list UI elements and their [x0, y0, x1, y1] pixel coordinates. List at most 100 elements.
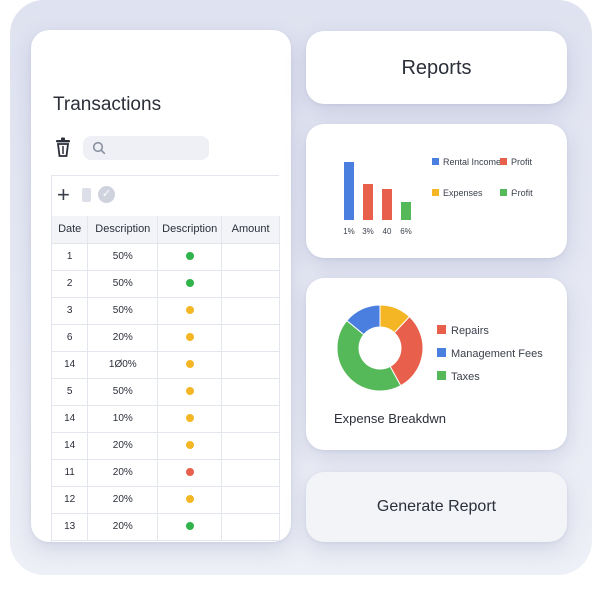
add-icon[interactable]: + — [57, 184, 70, 206]
table-row[interactable]: 14 1Ø0% — [52, 351, 280, 379]
cell-status — [157, 270, 223, 298]
x-tick-label: 40 — [383, 227, 392, 236]
bar-chart: 1% 3% 40 6% Rental Income Profit Expenses Բrofi… — [343, 157, 533, 236]
table-row[interactable]: 11 20% — [52, 459, 280, 487]
search-input[interactable] — [83, 136, 209, 160]
cell-description: 50% — [87, 297, 159, 325]
cell-description: 10% — [87, 405, 159, 433]
cell-date: 6 — [52, 324, 89, 352]
table-row[interactable]: 14 20% — [52, 432, 280, 460]
status-dot-green — [185, 522, 194, 531]
status-dot-green — [185, 279, 194, 288]
table-row[interactable]: 5 50% — [52, 378, 280, 406]
cell-date: 11 — [52, 459, 89, 487]
cell-date: 3 — [52, 297, 89, 325]
column-header-description-2[interactable]: Description — [157, 216, 223, 244]
legend-label: Management Fees — [451, 348, 543, 360]
cell-description: 20% — [87, 513, 159, 541]
status-dot-yellow — [185, 333, 194, 342]
legend-label: Taxes — [451, 371, 480, 383]
table-row[interactable]: 6 20% — [52, 324, 280, 352]
donut-chart: Repairs Management Fees Taxes — [336, 304, 543, 392]
cell-description: 20% — [87, 432, 159, 460]
table-toolbar: + ✓ — [52, 176, 280, 216]
legend-label: Profit — [511, 157, 533, 167]
cell-amount — [221, 378, 280, 406]
cell-date: 2 — [52, 270, 89, 298]
legend-swatch — [500, 189, 507, 196]
cell-status — [157, 432, 223, 460]
column-header-amount[interactable]: Amount — [221, 216, 280, 244]
table-row[interactable]: 3 50% — [52, 297, 280, 325]
status-dot-yellow — [185, 387, 194, 396]
x-tick-label: 6% — [400, 227, 412, 236]
cell-status — [157, 324, 223, 352]
status-dot-yellow — [185, 441, 194, 450]
status-dot-yellow — [185, 360, 194, 369]
cell-status — [157, 297, 223, 325]
cell-amount — [221, 324, 280, 352]
trash-icon[interactable] — [55, 137, 71, 157]
donut-chart-title: Expense Breakdwn — [334, 411, 447, 426]
cell-amount — [221, 297, 280, 325]
check-icon[interactable]: ✓ — [98, 186, 115, 203]
cell-description: 50% — [87, 378, 159, 406]
cell-date: 5 — [52, 378, 89, 406]
cell-amount — [221, 243, 280, 271]
cell-amount — [221, 405, 280, 433]
table-row[interactable]: 13 20% — [52, 513, 280, 541]
cell-status — [157, 513, 223, 541]
cell-status — [157, 378, 223, 406]
cell-amount — [221, 459, 280, 487]
table-row[interactable]: 14 10% — [52, 405, 280, 433]
status-dot-yellow — [185, 306, 194, 315]
cell-date: 12 — [52, 486, 89, 514]
legend-label: Repairs — [451, 325, 489, 337]
reports-title: Reports — [401, 57, 472, 79]
donut-chart-card: Repairs Management Fees Taxes Expense Brea… — [306, 278, 567, 450]
legend-swatch — [437, 325, 446, 334]
table-row[interactable]: 12 20% — [52, 486, 280, 514]
legend-swatch — [500, 158, 507, 165]
status-dot-yellow — [185, 414, 194, 423]
column-header-description[interactable]: Description — [87, 216, 159, 244]
table-row[interactable]: 2 50% — [52, 270, 280, 298]
generate-report-button[interactable]: Generate Report — [306, 472, 567, 542]
transactions-panel: Transactions + ✓ Date Description Descri… — [31, 30, 291, 542]
transactions-title: Transactions — [53, 94, 162, 115]
cell-amount — [221, 486, 280, 514]
legend-swatch — [437, 348, 446, 357]
table-row[interactable]: 1 50% — [52, 243, 280, 271]
legend-label: Rental Income — [443, 157, 501, 167]
column-header-date[interactable]: Date — [52, 216, 89, 244]
cell-date: 1 — [52, 243, 89, 271]
status-dot-red — [185, 468, 194, 477]
bar-3 — [401, 202, 411, 220]
legend-label: Expenses — [443, 188, 483, 198]
cell-date: 13 — [52, 513, 89, 541]
generate-report-label: Generate Report — [376, 498, 497, 515]
cell-description: 20% — [87, 459, 159, 487]
transactions-table: + ✓ Date Description Description Amount … — [51, 175, 280, 542]
cell-amount — [221, 270, 280, 298]
cell-amount — [221, 351, 280, 379]
cell-description: 20% — [87, 486, 159, 514]
x-tick-label: 1% — [343, 227, 355, 236]
document-icon[interactable] — [82, 188, 91, 202]
status-dot-yellow — [185, 495, 194, 504]
legend-swatch — [432, 158, 439, 165]
cell-date: 14 — [52, 405, 89, 433]
cell-status — [157, 486, 223, 514]
legend-swatch — [437, 371, 446, 380]
legend-label: Բrofit — [511, 188, 533, 198]
cell-description: 50% — [87, 243, 159, 271]
cell-amount — [221, 513, 280, 541]
cell-status — [157, 405, 223, 433]
cell-description: 1Ø0% — [87, 351, 159, 379]
cell-description: 20% — [87, 324, 159, 352]
search-icon — [92, 141, 106, 155]
table-header-row: Date Description Description Amount — [52, 216, 280, 244]
status-dot-green — [185, 252, 194, 261]
bar-1 — [363, 184, 373, 220]
bar-2 — [382, 189, 392, 220]
